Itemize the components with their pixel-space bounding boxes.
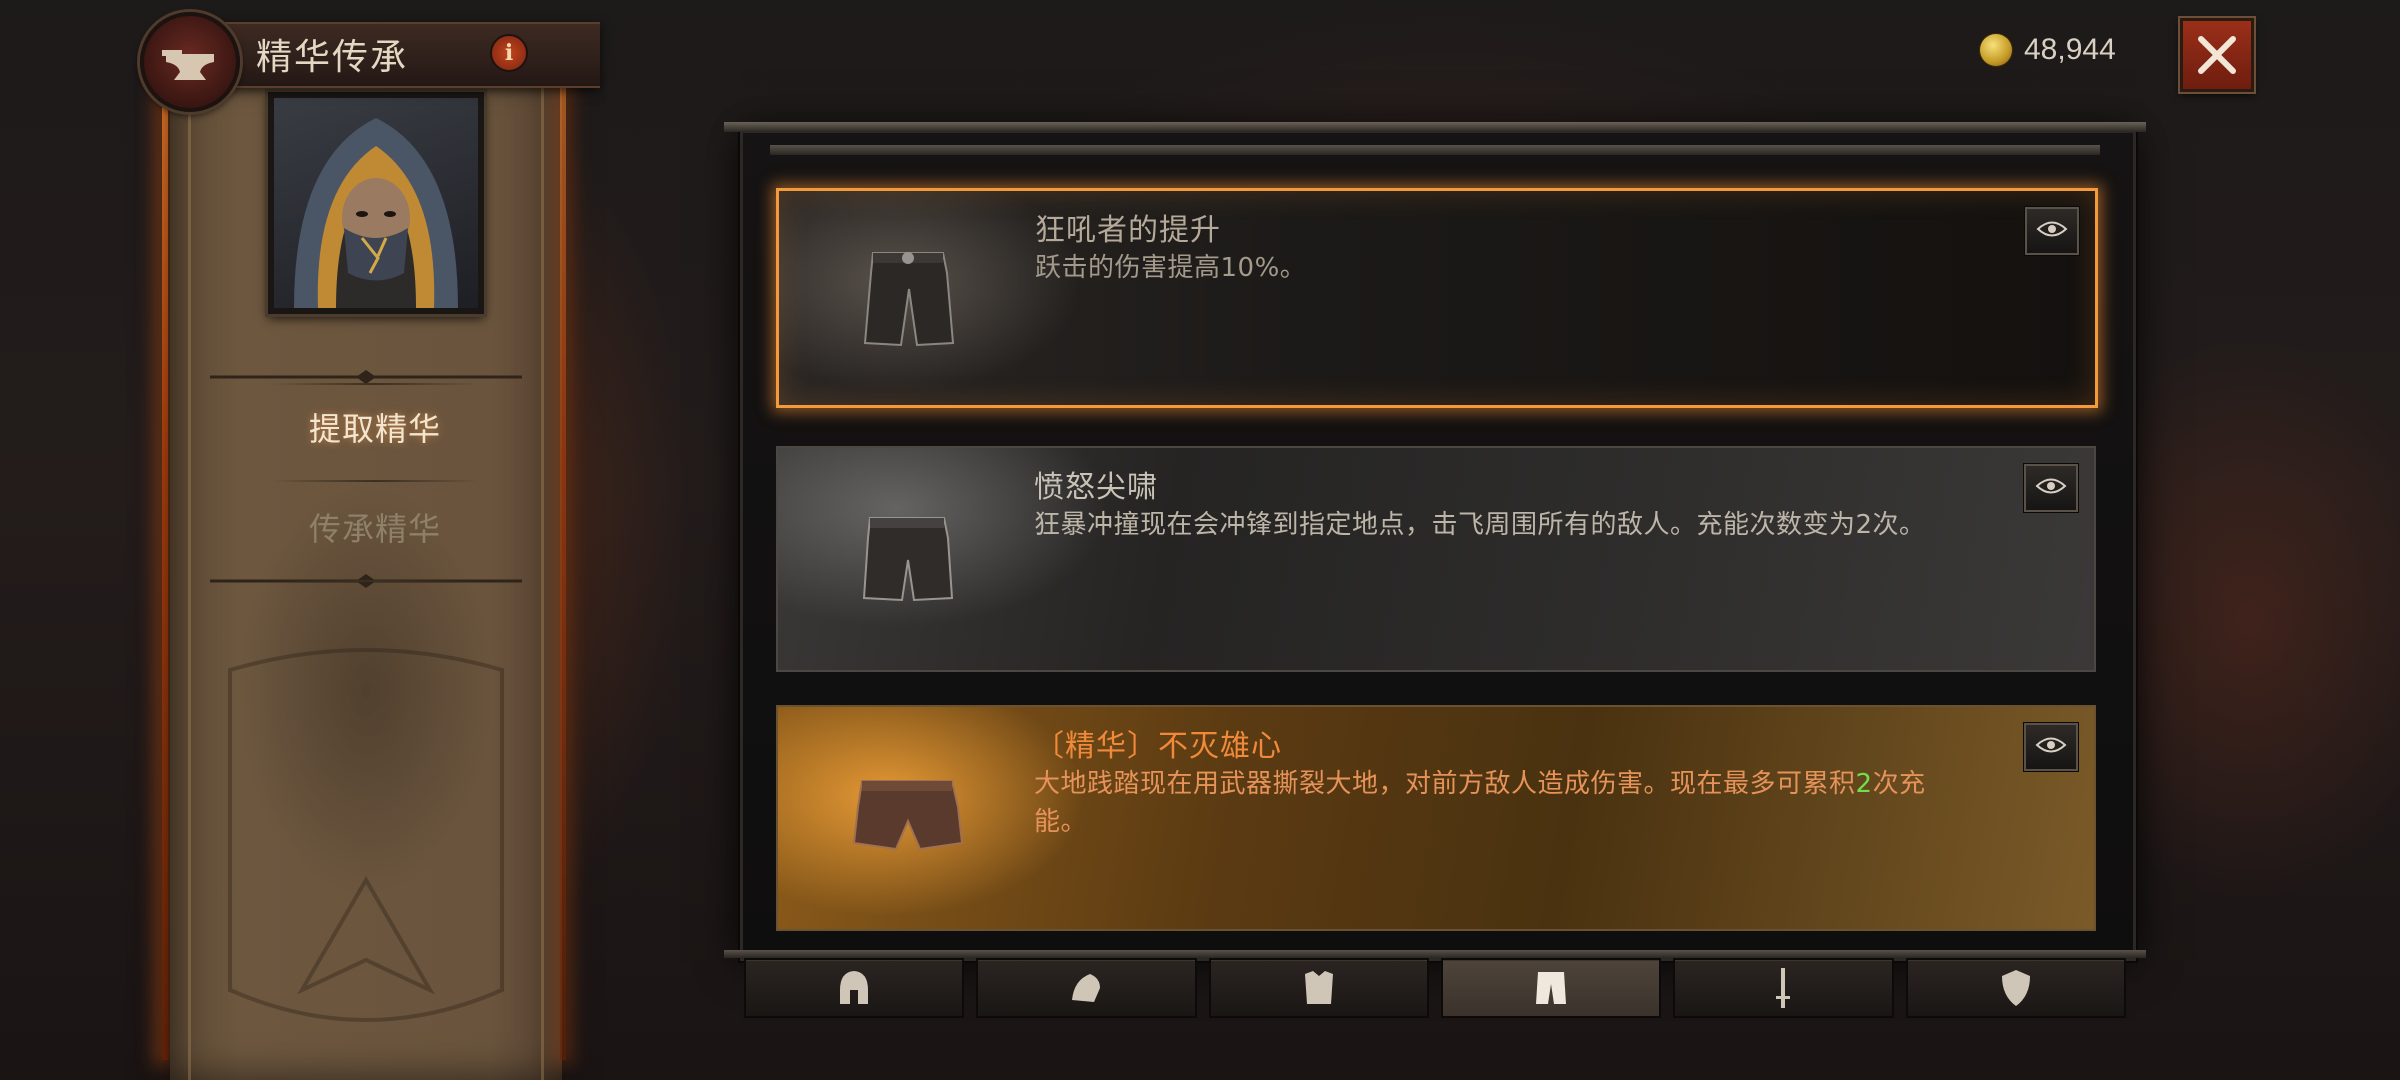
preview-button[interactable] [2024, 723, 2078, 771]
essence-title: 〔精华〕不灭雄心 [1034, 729, 1282, 764]
info-icon[interactable]: i [490, 34, 528, 72]
essence-description: 跃击的伤害提高10%。 [1035, 253, 1307, 283]
tab-helmet[interactable] [744, 958, 965, 1018]
helmet-icon [840, 971, 869, 1004]
menu-divider [270, 480, 480, 482]
tab-weapon[interactable] [1673, 958, 1894, 1018]
banner-ornament-divider [190, 370, 542, 384]
hooded-character-icon [294, 118, 458, 308]
banner-glow-right [560, 60, 566, 1060]
panel-frame-inner [770, 145, 2100, 155]
gold-counter: 48,944 [1980, 30, 2116, 70]
preview-button[interactable] [2024, 464, 2078, 512]
panel-frame-bottom [724, 950, 2146, 958]
eye-icon [2036, 221, 2068, 237]
essence-card[interactable]: 愤怒尖啸 狂暴冲撞现在会冲锋到指定地点，击飞周围所有的敌人。充能次数变为2次。 [776, 446, 2096, 672]
close-icon [2198, 36, 2236, 74]
chest-armor-icon [1304, 971, 1333, 1004]
essence-card-legendary[interactable]: 〔精华〕不灭雄心 大地践踏现在用武器撕裂大地，对前方敌人造成伤害。现在最多可累积… [776, 705, 2096, 931]
anvil-icon [140, 12, 240, 112]
charge-count: 2 [1855, 769, 1873, 799]
eye-icon [2035, 478, 2067, 494]
pants-icon [1536, 972, 1567, 1004]
gold-coin-icon [1980, 34, 2012, 66]
essence-title: 狂吼者的提升 [1035, 213, 1221, 248]
preview-button[interactable] [2025, 207, 2079, 255]
essence-description: 大地践踏现在用武器撕裂大地，对前方敌人造成伤害。现在最多可累积2次充能。 [1034, 765, 1954, 841]
character-portrait [268, 92, 484, 314]
sidebar-item-extract-essence[interactable]: 提取精华 [220, 404, 530, 450]
pants-icon [863, 252, 955, 347]
weapon-icon [1776, 968, 1791, 1008]
offhand-shield-icon [2001, 970, 2030, 1006]
close-button[interactable] [2180, 18, 2254, 92]
essence-description: 狂暴冲撞现在会冲锋到指定地点，击飞周围所有的敌人。充能次数变为2次。 [1034, 510, 1926, 540]
pants-icon [862, 517, 954, 602]
banner-ornament-pattern [228, 648, 504, 1022]
panel-frame-top [724, 122, 2146, 132]
banner-glow-left [162, 60, 168, 1060]
eye-icon [2035, 737, 2067, 753]
banner-ornament-divider [190, 574, 542, 588]
sidebar-item-inherit-essence[interactable]: 传承精华 [230, 504, 520, 550]
menu-divider [270, 580, 480, 582]
essence-description-text: 大地践踏现在用武器撕裂大地，对前方敌人造成伤害。现在最多可累积 [1034, 769, 1856, 799]
menu-divider [270, 383, 480, 385]
essence-card[interactable]: 狂吼者的提升 跃击的伤害提高10%。 [776, 188, 2098, 408]
pants-icon [852, 780, 964, 851]
gold-amount: 48,944 [2024, 33, 2116, 66]
equipment-slot-tabs [744, 958, 2126, 1018]
tab-legs[interactable] [1440, 958, 1662, 1018]
page-title: 精华传承 [256, 37, 409, 78]
essence-title: 愤怒尖啸 [1034, 470, 1158, 505]
tab-shoulders[interactable] [976, 958, 1197, 1018]
shoulder-icon [1072, 974, 1101, 1002]
tab-chest[interactable] [1208, 958, 1429, 1018]
tab-offhand[interactable] [1905, 958, 2126, 1018]
